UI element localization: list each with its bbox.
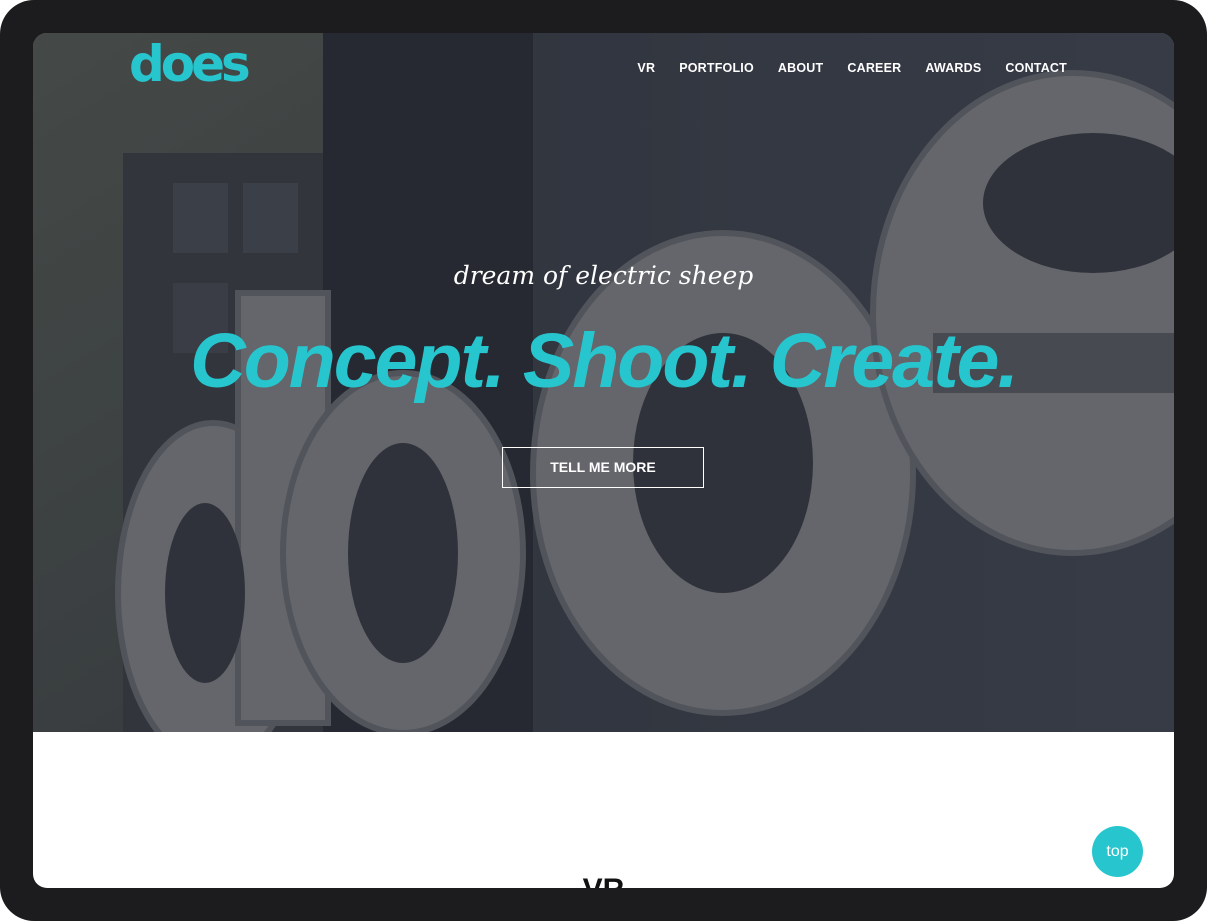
logo[interactable]: does	[129, 39, 251, 89]
hero-section: does VR PORTFOLIO ABOUT CAREER AWARDS CO…	[33, 33, 1174, 732]
section-title-vr: VR	[33, 873, 1174, 888]
browser-viewport: does VR PORTFOLIO ABOUT CAREER AWARDS CO…	[33, 33, 1174, 888]
nav-item-career[interactable]: CAREER	[847, 61, 901, 75]
hero-headline: Concept. Shoot. Create.	[190, 318, 1019, 404]
nav-item-vr[interactable]: VR	[637, 61, 655, 75]
tell-me-more-button[interactable]: TELL ME MORE	[502, 447, 704, 488]
nav-item-about[interactable]: ABOUT	[778, 61, 823, 75]
nav-item-awards[interactable]: AWARDS	[925, 61, 981, 75]
main-nav: VR PORTFOLIO ABOUT CAREER AWARDS CONTACT	[637, 61, 1067, 75]
nav-item-portfolio[interactable]: PORTFOLIO	[679, 61, 754, 75]
hero-tagline: dream of electric sheep	[453, 261, 754, 290]
scroll-top-button[interactable]: top	[1092, 826, 1143, 877]
nav-item-contact[interactable]: CONTACT	[1005, 61, 1067, 75]
